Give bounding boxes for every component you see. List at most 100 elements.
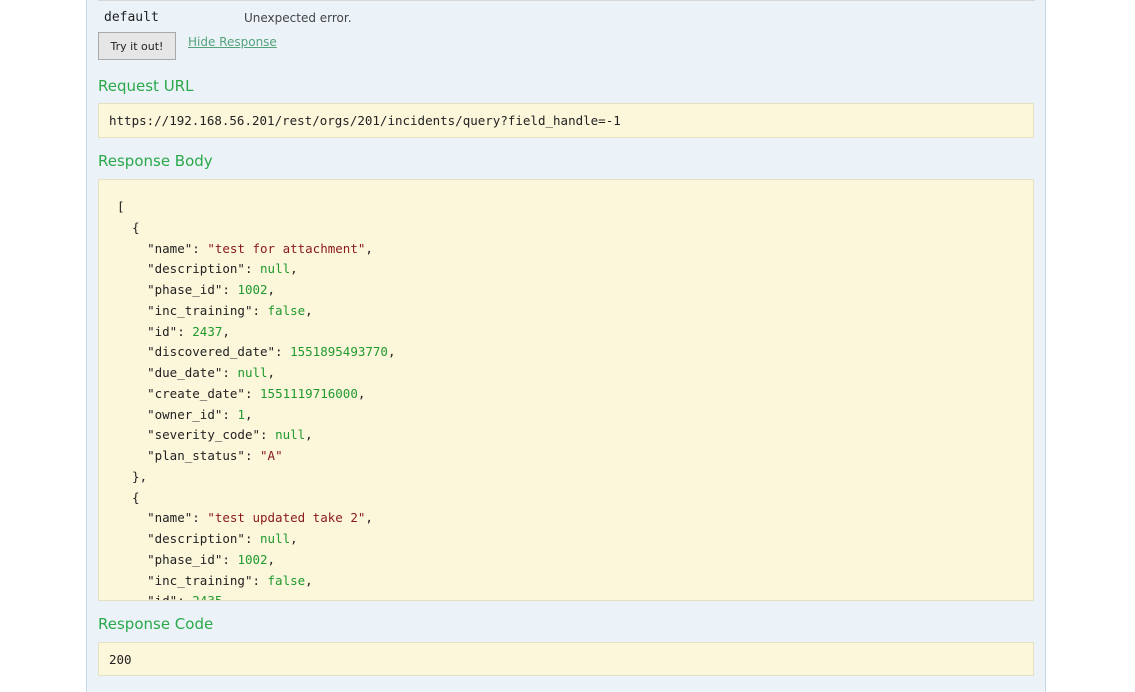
json-punct: { [117, 219, 140, 235]
json-key: "inc_training" [147, 302, 253, 318]
json-punct: : [222, 551, 238, 567]
response-body-line: "description": null, [117, 529, 1015, 550]
json-punct [117, 448, 147, 463]
response-body-line: "name": "test for attachment", [117, 239, 1015, 260]
response-code-heading: Response Code [98, 615, 214, 633]
json-literal: 1551119716000 [260, 385, 358, 401]
json-key: "severity_code" [147, 427, 260, 443]
response-body-line: "id": 2435, [117, 591, 1015, 601]
json-literal: 1002 [237, 551, 268, 567]
response-body-line: { [117, 488, 1015, 509]
json-literal: false [267, 302, 306, 318]
json-punct: }, [117, 468, 148, 484]
json-punct: : [252, 572, 268, 588]
json-punct [117, 282, 147, 297]
json-punct [117, 510, 147, 525]
json-literal: null [275, 427, 306, 443]
json-punct [117, 552, 147, 567]
json-key: "id" [147, 323, 178, 339]
response-body-line: "description": null, [117, 259, 1015, 280]
json-punct: : [252, 302, 268, 318]
json-key: "owner_id" [147, 406, 223, 422]
request-url-box[interactable]: https://192.168.56.201/rest/orgs/201/inc… [98, 103, 1034, 138]
operation-panel: default Unexpected error. Try it out! Hi… [86, 0, 1046, 692]
json-punct: , [244, 406, 253, 422]
json-key: "description" [147, 261, 245, 277]
response-body-line: "plan_status": "A" [117, 446, 1015, 467]
json-key: "plan_status" [147, 448, 245, 463]
json-literal: 1 [237, 406, 245, 422]
json-punct: , [365, 510, 373, 526]
json-literal: null [260, 531, 291, 546]
json-punct [117, 303, 147, 318]
json-punct: : [222, 282, 238, 297]
json-punct: : [244, 385, 261, 401]
json-punct: : [177, 323, 193, 339]
response-body-line: "name": "test updated take 2", [117, 508, 1015, 529]
response-body-line: }, [117, 467, 1015, 488]
response-body-heading: Response Body [98, 152, 213, 170]
json-punct: , [387, 344, 396, 360]
try-it-out-button[interactable]: Try it out! [98, 32, 176, 60]
json-literal: 1002 [237, 282, 268, 297]
json-key: "due_date" [147, 365, 223, 380]
json-punct: : [244, 261, 261, 277]
response-body-line: "inc_training": false, [117, 301, 1015, 322]
json-string: "test updated take 2" [207, 510, 366, 526]
json-punct: , [365, 240, 373, 256]
json-punct: : [192, 510, 208, 526]
response-body-box[interactable]: [ { "name": "test for attachment", "desc… [98, 179, 1034, 601]
json-punct [117, 531, 147, 546]
json-punct: { [117, 489, 140, 505]
json-key: "id" [147, 593, 178, 601]
json-punct: : [222, 365, 238, 380]
response-body-line: "due_date": null, [117, 363, 1015, 384]
response-body-line: "create_date": 1551119716000, [117, 384, 1015, 405]
json-punct: : [222, 406, 238, 422]
json-punct: : [260, 427, 276, 443]
response-messages-row: default Unexpected error. [98, 0, 1035, 35]
json-key: "phase_id" [147, 551, 223, 567]
response-body-line: "inc_training": false, [117, 571, 1015, 592]
json-punct: , [222, 593, 230, 601]
json-punct [117, 344, 147, 359]
json-key: "create_date" [147, 385, 245, 401]
response-body-line: "phase_id": 1002, [117, 550, 1015, 571]
json-punct [117, 593, 147, 600]
json-string: "test for attachment" [207, 240, 366, 256]
json-key: "inc_training" [147, 572, 253, 588]
json-key: "name" [147, 240, 193, 256]
json-punct: , [267, 551, 276, 567]
response-status-code: default [104, 10, 159, 25]
json-punct [117, 241, 147, 256]
json-punct: , [357, 385, 366, 401]
json-punct: , [222, 323, 230, 339]
json-literal: 2435 [192, 593, 223, 601]
json-literal: null [237, 365, 268, 380]
response-body-line: "id": 2437, [117, 322, 1015, 343]
json-punct [117, 427, 147, 442]
json-key: "description" [147, 531, 245, 546]
json-punct: : [275, 344, 291, 360]
response-body-line: { [117, 218, 1015, 239]
json-punct: , [290, 531, 298, 546]
json-punct: : [244, 531, 261, 546]
json-punct: : [192, 240, 208, 256]
response-body-line: "phase_id": 1002, [117, 280, 1015, 301]
response-body-line: [ [117, 197, 1015, 218]
json-string: "A" [260, 448, 283, 463]
response-body-line: "owner_id": 1, [117, 405, 1015, 426]
response-body-line: "severity_code": null, [117, 425, 1015, 446]
json-key: "phase_id" [147, 282, 223, 297]
response-body-line: "discovered_date": 1551895493770, [117, 342, 1015, 363]
response-reason: Unexpected error. [244, 11, 352, 25]
json-literal: null [260, 261, 291, 277]
json-punct: , [290, 261, 298, 277]
json-punct: , [267, 365, 276, 380]
json-punct: : [244, 448, 261, 463]
json-punct [117, 573, 147, 588]
json-punct: : [177, 593, 193, 601]
hide-response-link[interactable]: Hide Response [188, 35, 277, 49]
json-punct [117, 365, 147, 380]
request-url-heading: Request URL [98, 77, 194, 95]
